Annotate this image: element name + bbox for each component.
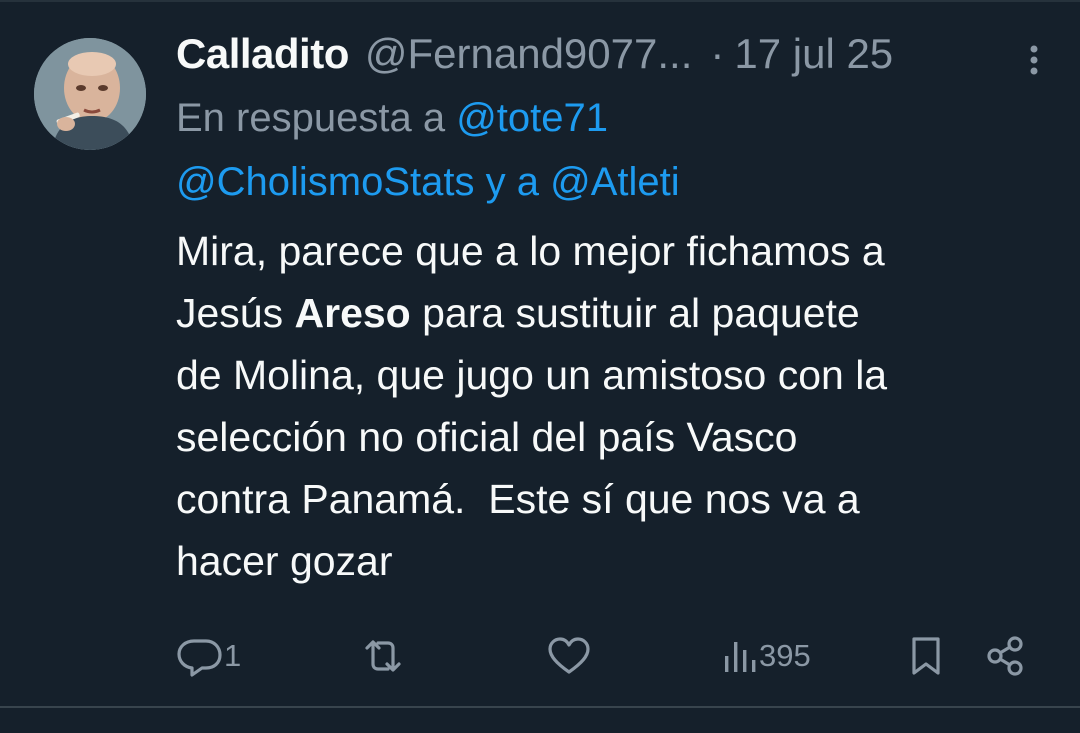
mention-link[interactable]: @CholismoStats	[176, 160, 474, 204]
reply-prefix: En respuesta a	[176, 96, 446, 140]
avatar[interactable]	[34, 38, 146, 150]
action-bar: 1 395	[176, 628, 1036, 684]
share-icon	[987, 636, 1023, 676]
reply-button[interactable]: 1	[176, 628, 241, 684]
bar-chart-icon	[725, 642, 756, 672]
tweet-date[interactable]: 17 jul 25	[734, 30, 893, 78]
tweet-text: Mira, parece que a lo mejor fichamos a J…	[176, 220, 1046, 592]
share-button[interactable]	[984, 628, 1028, 684]
heart-icon	[548, 637, 590, 674]
views-count: 395	[759, 638, 811, 673]
retweet-button[interactable]	[358, 628, 408, 684]
mention-link[interactable]: @Atleti	[550, 160, 680, 204]
tweet-text-bold: Areso	[294, 290, 411, 336]
display-name[interactable]: Calladito	[176, 30, 349, 78]
like-button[interactable]	[544, 628, 594, 684]
more-vertical-icon	[1030, 45, 1038, 75]
reply-conjunction: y a	[485, 160, 539, 204]
retweet-icon	[365, 640, 401, 672]
bottom-divider	[0, 706, 1080, 708]
bookmark-icon	[912, 637, 940, 675]
separator-dot: ·	[710, 30, 725, 77]
tweet-header: Calladito @Fernand9077... · 17 jul 25	[176, 26, 1046, 82]
reply-context: En respuesta a @tote71 @CholismoStats y …	[176, 86, 1046, 214]
reply-count: 1	[224, 638, 242, 673]
avatar-image	[34, 38, 146, 150]
user-handle[interactable]: @Fernand9077...	[365, 30, 693, 78]
reply-bubble-icon	[177, 639, 222, 677]
top-divider	[0, 0, 1080, 2]
bookmark-button[interactable]	[906, 628, 946, 684]
mention-link[interactable]: @tote71	[456, 96, 608, 140]
more-button[interactable]	[1024, 40, 1044, 80]
views-button[interactable]: 395	[721, 628, 811, 684]
tweet: Calladito @Fernand9077... · 17 jul 25 En…	[176, 26, 1046, 592]
